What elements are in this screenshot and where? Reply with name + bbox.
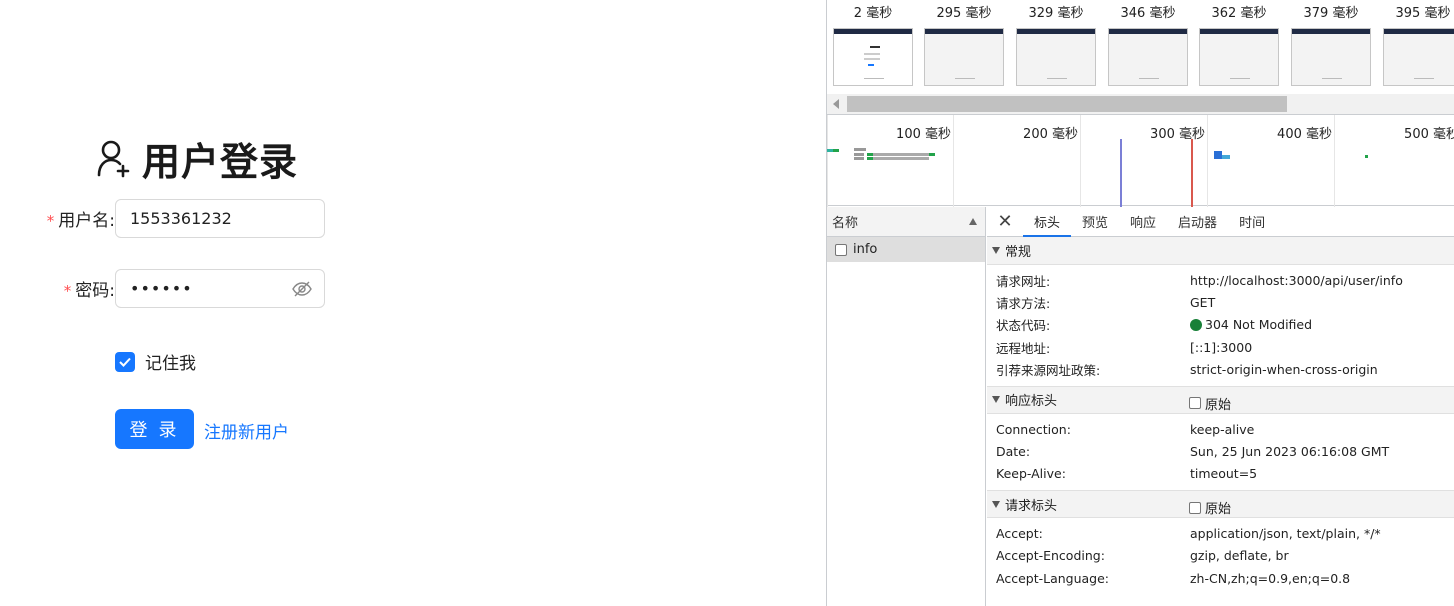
password-row: * 密码: •••••• (36, 269, 325, 308)
header-row: Date: Sun, 25 Jun 2023 06:16:08 GMT (996, 444, 1390, 460)
frame-thumbnail (1108, 28, 1188, 86)
name-column-header[interactable]: 名称 (827, 207, 985, 237)
response-headers-section: Connection: keep-alive Date: Sun, 25 Jun 2… (987, 414, 1454, 490)
frame-thumbnail (1383, 28, 1454, 86)
close-icon[interactable]: ✕ (987, 207, 1023, 236)
header-row: Connection: keep-alive (996, 421, 1255, 437)
raw-toggle[interactable]: 原始 (1189, 498, 1231, 517)
login-panel: 用户登录 * 用户名: 1553361232 * 密码: •••••• 记住我 登 … (0, 0, 826, 606)
devtools-panel: 2 毫秒 295 毫秒 329 毫秒 346 毫秒 362 毫秒 379 毫秒 … (826, 0, 1454, 606)
register-link[interactable]: 注册新用户 (204, 418, 289, 443)
response-headers-section-header[interactable]: 响应标头 原始 (987, 385, 1454, 414)
request-icon (835, 243, 847, 256)
expand-triangle-icon (992, 396, 1000, 404)
raw-checkbox[interactable] (1189, 397, 1201, 410)
header-row: 请求方法: GET (996, 295, 1216, 312)
header-row: Accept-Language: zh-CN,zh;q=0.9,en;q=0.8 (996, 570, 1351, 586)
timeline-overview[interactable]: 100 毫秒 200 毫秒 300 毫秒 400 毫秒 500 毫秒 (827, 114, 1454, 207)
filmstrip-scrollbar[interactable] (827, 94, 1454, 114)
frame-thumbnail (924, 28, 1004, 86)
frame-thumbnail (1016, 28, 1096, 86)
status-ok-icon (1190, 318, 1202, 331)
timeline-tick: 100 毫秒 (896, 127, 951, 142)
login-button[interactable]: 登 录 (115, 409, 194, 449)
request-headers-section: Accept: application/json, text/plain, */*… (987, 518, 1454, 594)
filmstrip-frame[interactable]: 346 毫秒 (1107, 0, 1189, 86)
filmstrip-frame[interactable]: 379 毫秒 (1290, 0, 1372, 86)
header-row: 引荐来源网址政策: strict-origin-when-cross-origin (996, 362, 1378, 379)
request-list: 名称 info (827, 207, 986, 606)
header-row: Accept-Encoding: gzip, deflate, br (996, 548, 1289, 564)
timeline-tick: 300 毫秒 (1150, 127, 1205, 142)
tab-timing[interactable]: 时间 (1228, 207, 1276, 236)
detail-tabbar: ✕ 标头 预览 响应 启动器 时间 (987, 207, 1454, 237)
tab-response[interactable]: 响应 (1119, 207, 1167, 236)
expand-triangle-icon (992, 247, 1000, 254)
username-row: * 用户名: 1553361232 (36, 199, 325, 238)
filmstrip-frame[interactable]: 395 毫秒 (1382, 0, 1454, 86)
header-row: 请求网址: http://localhost:3000/api/user/info (996, 272, 1403, 289)
header-row: 状态代码: 304 Not Modified (996, 317, 1313, 334)
tab-preview[interactable]: 预览 (1071, 207, 1119, 236)
raw-toggle[interactable]: 原始 (1189, 394, 1231, 413)
sort-ascending-icon (969, 218, 977, 225)
remember-checkbox[interactable] (115, 351, 135, 372)
network-panel: 名称 info ✕ 标头 预览 响应 启动器 时间 常规 请求网址: http:… (827, 207, 1454, 606)
header-row: Keep-Alive: timeout=5 (996, 466, 1258, 482)
request-row[interactable]: info (827, 237, 985, 262)
request-detail: ✕ 标头 预览 响应 启动器 时间 常规 请求网址: http://localho… (987, 207, 1454, 606)
header-row: 远程地址: [::1]:3000 (996, 339, 1253, 356)
login-title: 用户登录 (96, 134, 298, 184)
general-section: 请求网址: http://localhost:3000/api/user/info… (987, 265, 1454, 386)
tab-initiator[interactable]: 启动器 (1167, 207, 1228, 236)
timeline-tick: 400 毫秒 (1277, 127, 1332, 142)
frame-thumbnail (1199, 28, 1279, 86)
password-input[interactable]: •••••• (115, 269, 325, 308)
page-title: 用户登录 (142, 139, 299, 184)
frame-thumbnail (1291, 28, 1371, 86)
request-headers-section-header[interactable]: 请求标头 原始 (987, 490, 1454, 519)
username-label: * 用户名: (46, 211, 115, 231)
tab-headers[interactable]: 标头 (1023, 207, 1072, 237)
scroll-left-arrow-icon[interactable] (833, 99, 839, 109)
scrollbar-thumb[interactable] (847, 96, 1287, 112)
password-label: * 密码: (63, 281, 115, 301)
timeline-tick: 500 毫秒 (1404, 127, 1454, 142)
general-section-header[interactable]: 常规 (987, 237, 1454, 265)
frame-thumbnail (833, 28, 913, 86)
header-row: Accept: application/json, text/plain, */* (996, 525, 1381, 541)
raw-checkbox[interactable] (1189, 501, 1201, 514)
check-icon (119, 357, 131, 367)
eye-invisible-icon[interactable] (292, 280, 312, 298)
timeline-tick: 200 毫秒 (1023, 127, 1078, 142)
remember-label: 记住我 (145, 354, 196, 374)
filmstrip-frame[interactable]: 329 毫秒 (1015, 0, 1097, 86)
remember-me[interactable]: 记住我 (115, 349, 196, 374)
username-input[interactable]: 1553361232 (115, 199, 325, 238)
user-add-icon (97, 140, 130, 178)
filmstrip-frame[interactable]: 295 毫秒 (923, 0, 1005, 86)
filmstrip: 2 毫秒 295 毫秒 329 毫秒 346 毫秒 362 毫秒 379 毫秒 … (827, 0, 1454, 94)
filmstrip-frame[interactable]: 2 毫秒 (832, 0, 914, 86)
filmstrip-frame[interactable]: 362 毫秒 (1198, 0, 1280, 86)
expand-triangle-icon (992, 500, 1000, 508)
